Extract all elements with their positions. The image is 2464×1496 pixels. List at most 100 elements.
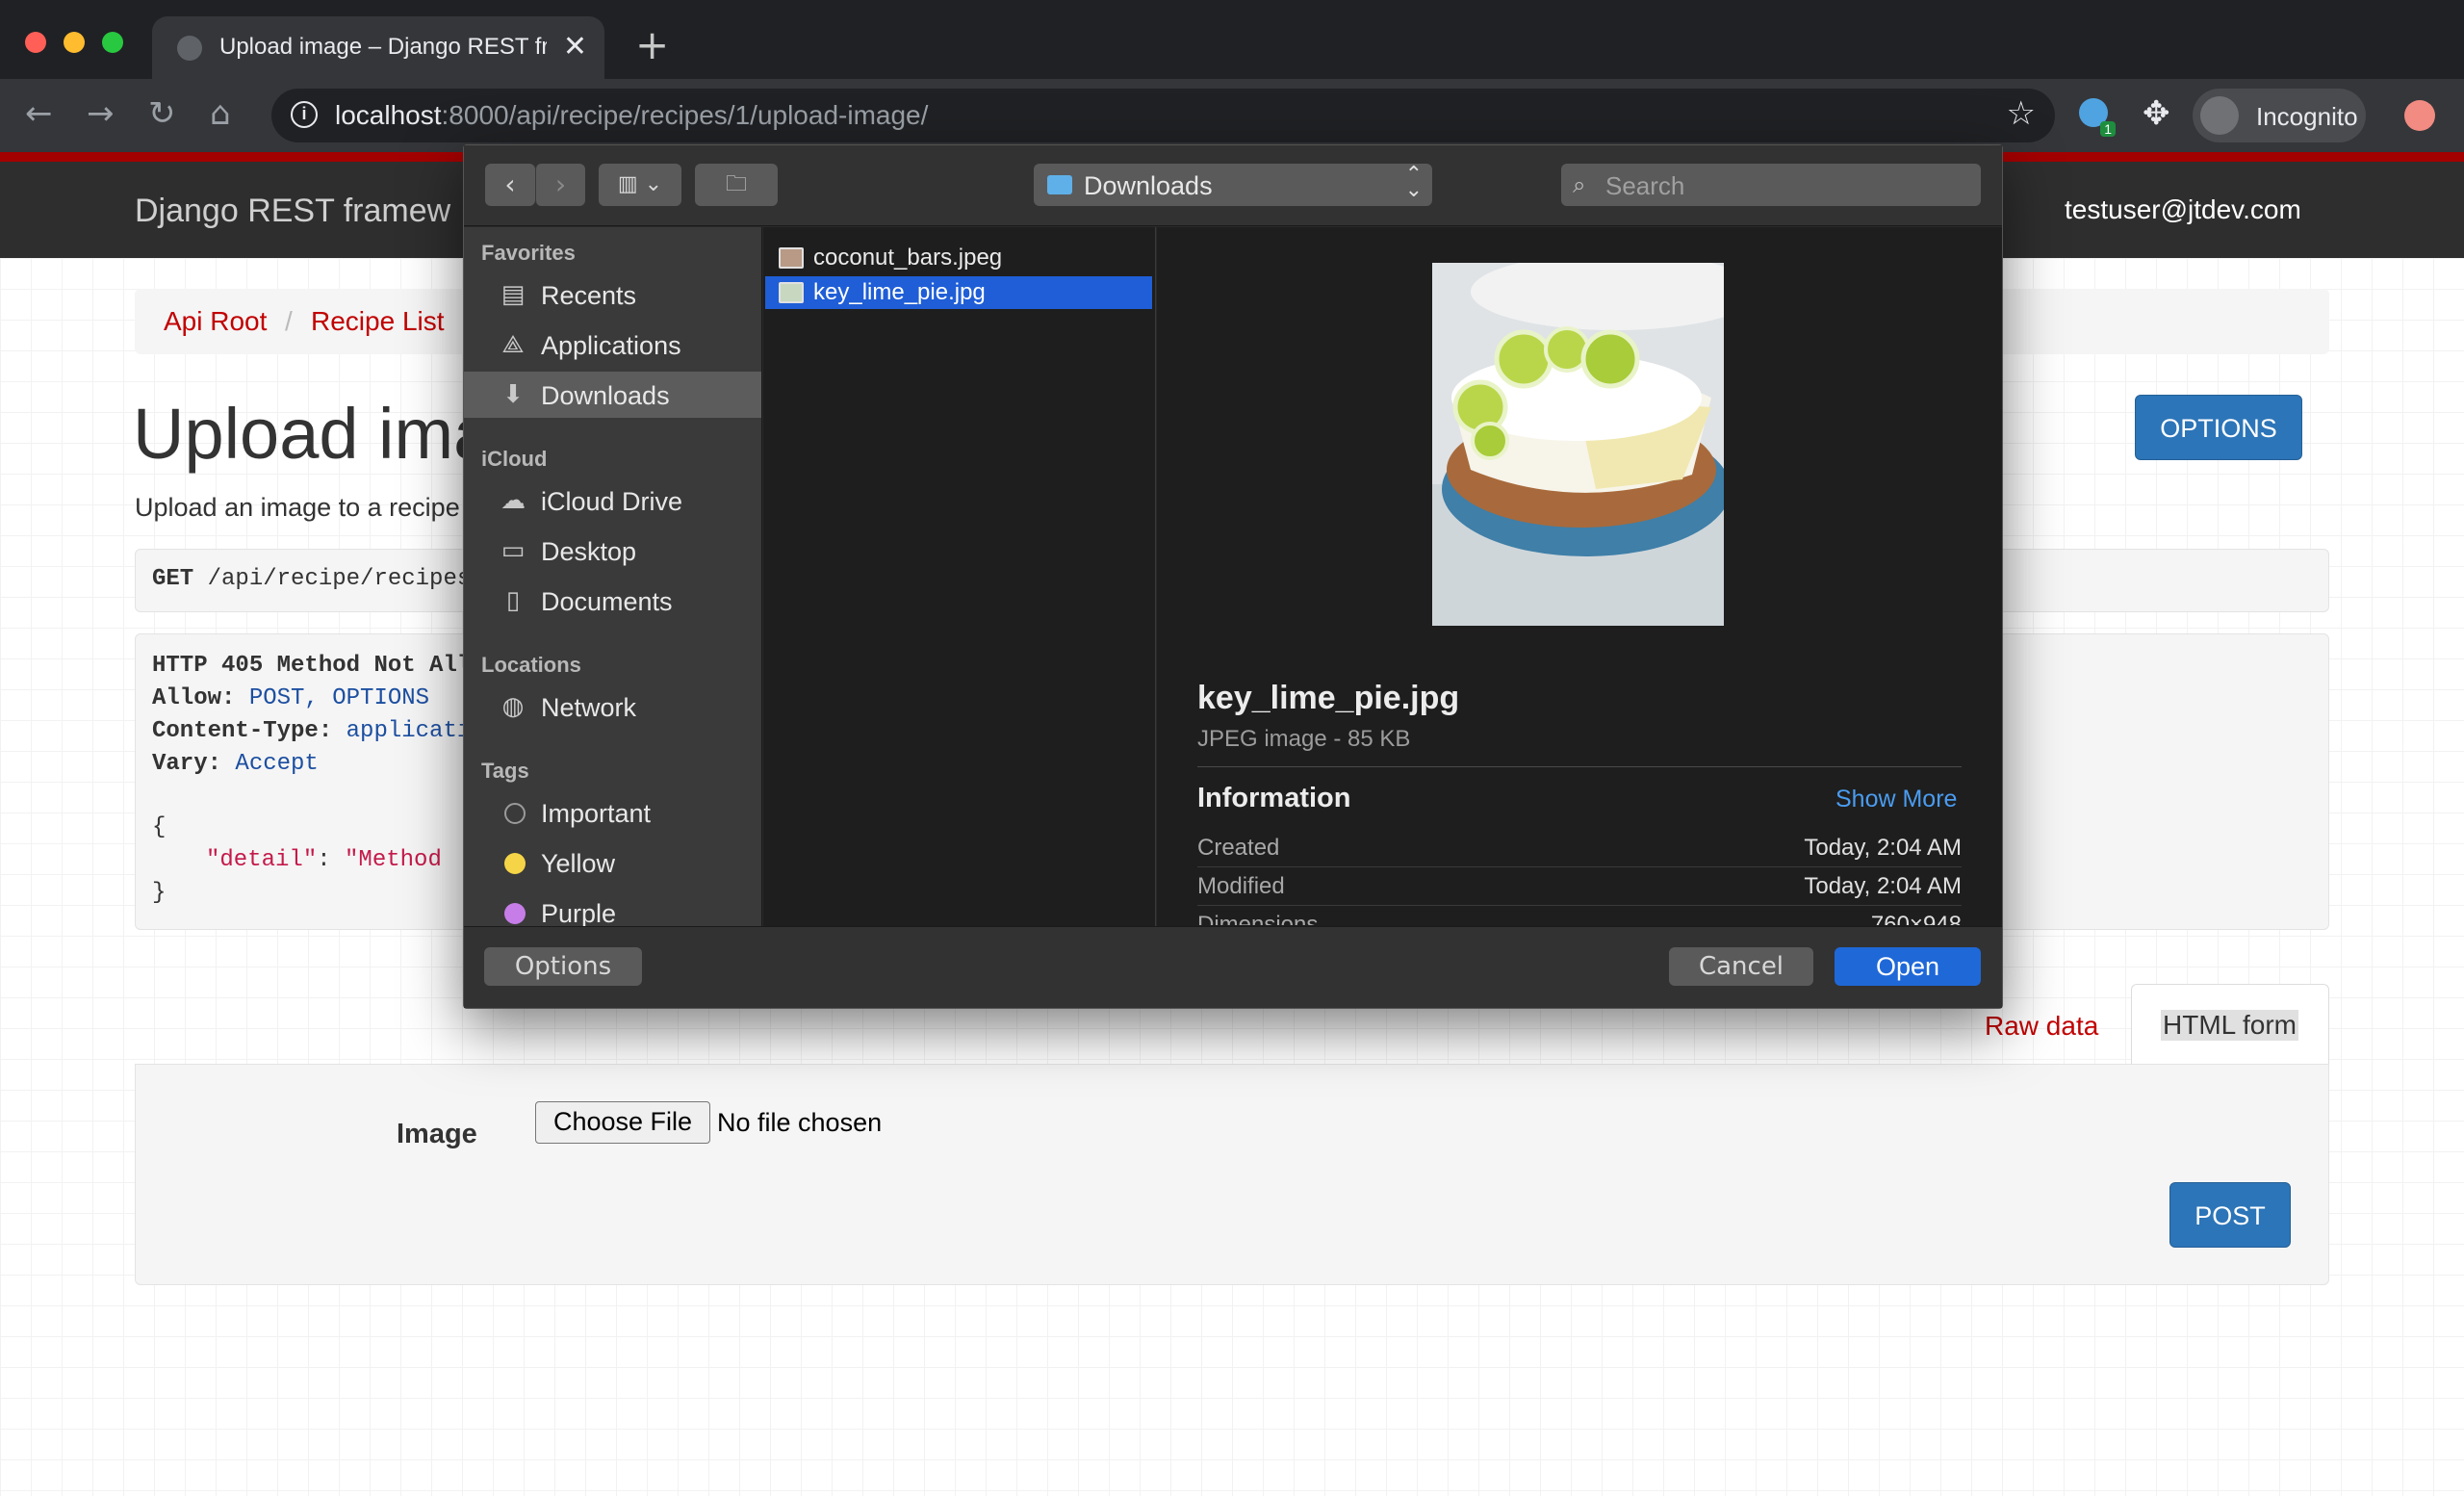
detail-colon: : xyxy=(317,847,346,873)
breadcrumb-recipe-list[interactable]: Recipe List xyxy=(311,306,445,337)
sidebar-item-downloads[interactable]: ⬇ Downloads xyxy=(464,372,761,418)
tab-html-form[interactable]: HTML form xyxy=(2131,984,2329,1065)
sidebar-section-icloud: iCloud xyxy=(481,447,548,471)
file-item-key-lime-pie[interactable]: key_lime_pie.jpg xyxy=(765,276,1152,309)
post-button[interactable]: POST xyxy=(2169,1182,2291,1248)
show-more-link[interactable]: Show More xyxy=(1835,786,1957,813)
globe-icon: ◍ xyxy=(501,692,525,721)
brand-link[interactable]: Django REST framew xyxy=(135,193,450,230)
json-detail-line: "detail": "Method xyxy=(206,847,442,873)
choose-file-button[interactable]: Choose File xyxy=(535,1101,710,1144)
minimize-window-button[interactable] xyxy=(64,32,85,53)
browser-tab[interactable]: Upload image – Django REST fr ✕ xyxy=(152,16,604,79)
request-line: GET /api/recipe/recipes xyxy=(152,566,471,592)
request-method: GET xyxy=(152,566,194,592)
sidebar-item-label: Documents xyxy=(541,587,673,616)
incognito-icon xyxy=(2200,96,2239,135)
json-open-brace: { xyxy=(152,814,167,840)
extension-icon[interactable]: 1 xyxy=(2079,98,2116,137)
key-lime-pie-image xyxy=(1432,263,1724,626)
tag-dot-icon xyxy=(504,803,526,824)
up-down-chevron-icon: ⌃ ⌄ xyxy=(1404,163,1423,202)
applications-icon: ⟁ xyxy=(501,330,525,359)
sidebar-item-applications[interactable]: ⟁ Applications xyxy=(464,322,761,368)
breadcrumb-api-root[interactable]: Api Root xyxy=(164,306,267,337)
json-close-brace: } xyxy=(152,880,167,906)
information-header: Information xyxy=(1197,783,1351,813)
downloads-icon: ⬇ xyxy=(502,380,524,409)
folder-icon xyxy=(1047,175,1072,194)
page-title: Upload ima xyxy=(133,394,494,474)
url-text: localhost:8000/api/recipe/recipes/1/uplo… xyxy=(335,100,928,131)
incognito-label: Incognito xyxy=(2256,102,2358,131)
divider xyxy=(1197,766,1962,767)
sidebar-item-label: Network xyxy=(541,693,637,722)
sidebar-tag-important[interactable]: Important xyxy=(464,789,761,836)
search-placeholder: Search xyxy=(1605,171,1685,200)
file-item-coconut-bars[interactable]: coconut_bars.jpeg xyxy=(765,242,1152,274)
url-path: :8000/api/recipe/recipes/1/upload-image/ xyxy=(441,100,929,130)
preview-thumbnail xyxy=(1432,263,1724,626)
info-label-modified: Modified xyxy=(1197,873,1285,899)
home-icon[interactable]: ⌂ xyxy=(210,94,231,133)
sidebar-item-label: Important xyxy=(541,799,652,828)
sidebar-item-label: Purple xyxy=(541,899,617,926)
image-field-label: Image xyxy=(397,1119,477,1149)
sidebar-item-label: Desktop xyxy=(541,537,637,566)
dialog-forward-button[interactable]: › xyxy=(535,164,585,206)
address-bar[interactable]: i localhost:8000/api/recipe/recipes/1/up… xyxy=(271,89,2055,142)
puzzle-extensions-icon[interactable]: ✥ xyxy=(2143,94,2170,133)
user-menu[interactable]: testuser@jtdev.com xyxy=(2065,194,2301,225)
dialog-options-button[interactable]: Options xyxy=(484,947,642,986)
options-button[interactable]: OPTIONS xyxy=(2135,395,2302,460)
info-label-dimensions: Dimensions xyxy=(1197,912,1319,925)
response-status: HTTP 405 Method Not All xyxy=(152,653,471,679)
tab-raw-data[interactable]: Raw data xyxy=(1985,1011,2098,1042)
sidebar-tag-purple[interactable]: Purple xyxy=(464,890,761,926)
request-path: /api/recipe/recipes xyxy=(193,566,472,592)
bookmark-star-icon[interactable]: ☆ xyxy=(2007,94,2036,133)
sidebar-item-icloud-drive[interactable]: ☁ iCloud Drive xyxy=(464,477,761,524)
close-tab-icon[interactable]: ✕ xyxy=(563,30,587,64)
incognito-profile-button[interactable]: Incognito xyxy=(2193,89,2366,142)
reload-icon[interactable]: ↻ xyxy=(148,94,176,133)
view-columns-button[interactable]: ▥ ⌄ xyxy=(599,164,681,206)
back-icon[interactable]: ← xyxy=(25,94,53,133)
sidebar-section-locations: Locations xyxy=(481,653,581,677)
preview-file-kind: JPEG image - 85 KB xyxy=(1197,726,1411,752)
info-value-modified: Today, 2:04 AM xyxy=(1804,873,1962,899)
info-dimensions-row: Dimensions 760×948 xyxy=(1197,906,1962,925)
location-popup[interactable]: Downloads ⌃ ⌄ xyxy=(1034,164,1432,206)
info-value-dimensions: 760×948 xyxy=(1870,912,1962,925)
tab-html-form-label: HTML form xyxy=(2161,1010,2298,1041)
allow-value: POST, OPTIONS xyxy=(235,685,430,711)
vary-value: Accept xyxy=(221,751,319,777)
response-allow: Allow: POST, OPTIONS xyxy=(152,685,429,711)
globe-icon xyxy=(177,36,202,61)
forward-icon[interactable]: → xyxy=(87,94,115,133)
dialog-cancel-button[interactable]: Cancel xyxy=(1669,947,1813,986)
dialog-back-button[interactable]: ‹ xyxy=(485,164,535,206)
info-icon[interactable]: i xyxy=(291,101,318,128)
dialog-search-field[interactable]: ⌕ Search xyxy=(1561,164,1981,206)
sidebar-item-network[interactable]: ◍ Network xyxy=(464,684,761,730)
sidebar-item-documents[interactable]: ▯ Documents xyxy=(464,578,761,624)
sidebar-item-label: Applications xyxy=(541,331,681,360)
sidebar-item-desktop[interactable]: ▭ Desktop xyxy=(464,528,761,574)
dialog-open-button[interactable]: Open xyxy=(1835,947,1981,986)
zoom-window-button[interactable] xyxy=(102,32,123,53)
close-window-button[interactable] xyxy=(25,32,46,53)
sidebar-item-recents[interactable]: ▤ Recents xyxy=(464,271,761,318)
update-icon[interactable] xyxy=(2404,100,2435,131)
new-folder-button[interactable]: 🗀 xyxy=(695,164,778,206)
sidebar-item-label: Recents xyxy=(541,281,637,310)
file-name: coconut_bars.jpeg xyxy=(813,245,1003,271)
tab-title: Upload image – Django REST fr xyxy=(219,34,547,60)
file-name: key_lime_pie.jpg xyxy=(813,279,986,305)
extension-badge: 1 xyxy=(2100,121,2116,137)
vary-key: Vary: xyxy=(152,751,222,777)
new-tab-icon[interactable]: + xyxy=(635,21,669,68)
response-content-type: Content-Type: applicati xyxy=(152,718,471,744)
sidebar-item-label: Yellow xyxy=(541,849,616,878)
sidebar-tag-yellow[interactable]: Yellow xyxy=(464,839,761,886)
